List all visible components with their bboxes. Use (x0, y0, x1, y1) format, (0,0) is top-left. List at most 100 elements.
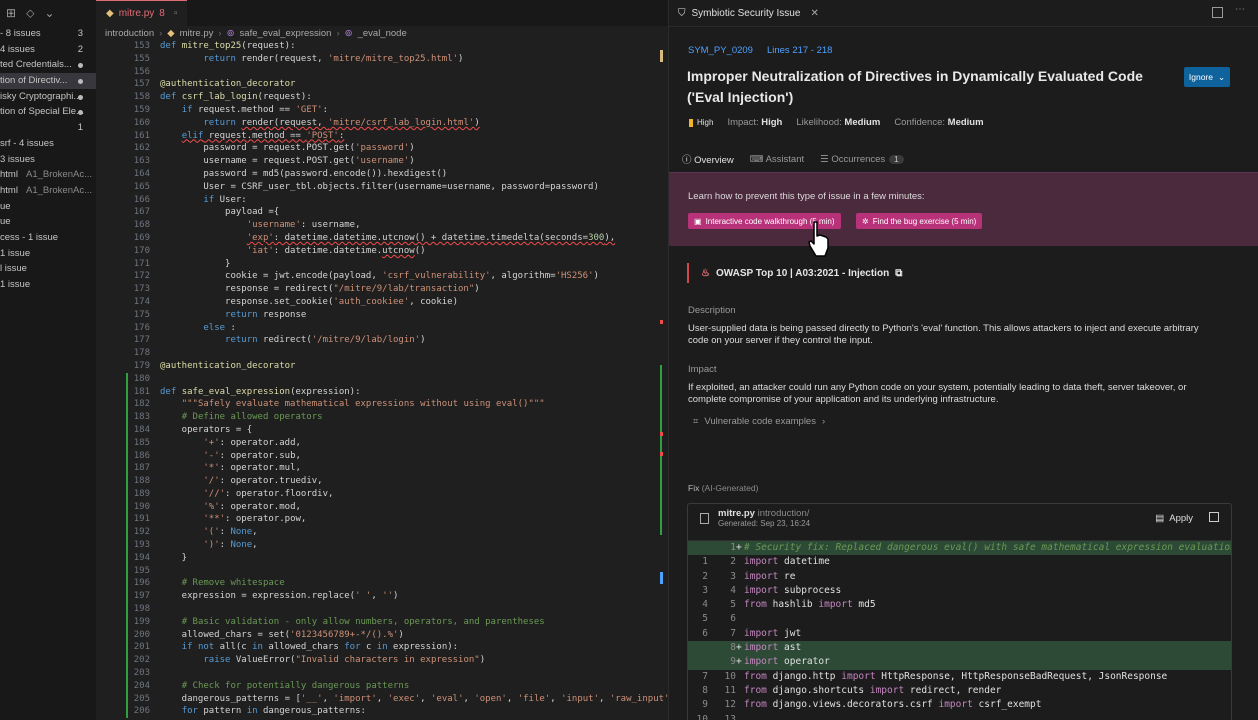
panel-tab[interactable]: ⛉ Symbiotic Security Issue ✕ ⋯ (669, 0, 1258, 27)
issue-tree-label: html (0, 169, 18, 181)
close-tab-icon[interactable]: ▫ (174, 8, 178, 19)
issue-title: Improper Neutralization of Directives in… (687, 68, 1143, 105)
issue-tree-label: 4 issues (0, 43, 35, 55)
issue-tree-item[interactable]: tion of Special Ele... (0, 104, 96, 120)
owasp-link[interactable]: ♨ OWASP Top 10 | A03:2021 - Injection ⧉ (687, 263, 902, 283)
python-file-icon: ◆ (167, 27, 175, 39)
vulnerable-examples-label: Vulnerable code examples (704, 416, 816, 427)
owasp-label: OWASP Top 10 | A03:2021 - Injection (715, 267, 890, 279)
tab-overview[interactable]: ⓘ Overview (682, 152, 734, 166)
fix-diff-box: mitre.py introduction/ Generated: Sep 23… (687, 503, 1232, 720)
tab-mitre-py[interactable]: ◆ mitre.py 8 ▫ (96, 0, 188, 26)
issue-tree-label: l issue (0, 263, 27, 275)
breadcrumb-folder[interactable]: introduction (105, 28, 154, 39)
fix-generated-time: Generated: Sep 23, 16:24 (718, 519, 811, 528)
issue-tree-item[interactable]: html A1_BrokenAc... (0, 183, 96, 199)
issue-tree-item[interactable]: html A1_BrokenAc... (0, 167, 96, 183)
issue-tree-item[interactable]: ue (0, 214, 96, 230)
issue-meta: SYM_PY_0209 Lines 217 - 218 (688, 45, 832, 56)
tab-occurrences-label: Occurrences (831, 153, 886, 165)
likelihood-value: Medium (844, 117, 881, 128)
issue-tree-label: tion of Directiv... (0, 75, 68, 87)
issue-tree-path: A1_BrokenAc... (26, 169, 93, 181)
modified-dot-icon (78, 79, 83, 85)
vulnerable-examples-toggle[interactable]: ⌗ Vulnerable code examples › (693, 416, 825, 427)
fix-sub-label: (AI-Generated) (701, 483, 759, 493)
learn-text: Learn how to prevent this type of issue … (688, 191, 925, 202)
issue-tree-item[interactable]: cess - 1 issue (0, 230, 96, 246)
impact-stat: Impact: High (727, 117, 782, 128)
fix-file-dir: introduction/ (757, 508, 810, 519)
find-bug-button[interactable]: ✲ Find the bug exercise (5 min) (856, 213, 983, 229)
rule-id[interactable]: SYM_PY_0209 (688, 45, 753, 56)
issue-tree-item[interactable]: tion of Directiv... (0, 73, 96, 89)
issue-count-badge: 1 (77, 122, 83, 134)
chevron-down-icon[interactable]: ⌄ (44, 6, 54, 20)
explorer-panel: ⊞ ⬦ ⌄ - 8 issues 3 4 issues 2 ted Credential… (0, 0, 96, 720)
issue-tree-label: tion of Special Ele... (0, 106, 84, 118)
issue-tree-label: srf - 4 issues (0, 137, 54, 149)
settings-diamond-icon[interactable]: ⬦ (26, 6, 34, 21)
issue-tree-label: 1 issue (0, 279, 31, 290)
modified-dot-icon (78, 94, 83, 100)
file-icon (700, 513, 709, 524)
chevron-right-icon: › (821, 416, 826, 427)
fix-header: mitre.py introduction/ Generated: Sep 23… (688, 504, 1231, 541)
description-text: User-supplied data is being passed direc… (688, 323, 1199, 346)
tab-assistant[interactable]: ⌨ Assistant (750, 154, 804, 165)
issue-tree-item[interactable]: l issue (0, 261, 96, 277)
occurrences-count-badge: 1 (889, 154, 904, 164)
split-editor-icon[interactable] (1212, 7, 1223, 18)
fix-file: mitre.py introduction/ (718, 508, 809, 519)
explorer-toolbar: ⊞ ⬦ ⌄ (0, 0, 96, 26)
issue-tree: - 8 issues 3 4 issues 2 ted Credentials... ti… (0, 26, 96, 293)
confidence-stat: Confidence: Medium (894, 117, 983, 128)
list-icon: ☰ (820, 153, 829, 165)
line-range-link[interactable]: Lines 217 - 218 (767, 45, 833, 56)
issue-tree-item[interactable]: srf - 4 issues (0, 136, 96, 152)
issue-tree-item[interactable]: isky Cryptographi... (0, 89, 96, 105)
chevron-down-icon: ⌄ (1217, 71, 1226, 82)
panel-tab-title: Symbiotic Security Issue (691, 7, 801, 19)
issue-tree-item[interactable]: 1 issue (0, 246, 96, 262)
issue-tree-label: ue (0, 200, 11, 212)
panel-tabs: ⓘ Overview ⌨ Assistant ☰ Occurrences 1 (682, 152, 904, 166)
issue-tree-item[interactable]: 4 issues 2 (0, 42, 96, 58)
issue-tree-item[interactable]: - 8 issues 3 (0, 26, 96, 42)
copy-icon[interactable] (1209, 512, 1219, 522)
severity-label: High (697, 118, 714, 127)
impact-heading: Impact (688, 364, 717, 375)
breadcrumb-symbol[interactable]: _eval_node (358, 28, 407, 39)
issue-tree-item[interactable]: 1 (0, 120, 96, 136)
breadcrumb-function[interactable]: safe_eval_expression (240, 28, 332, 39)
issue-tree-item[interactable]: 3 issues (0, 152, 96, 168)
editor-scrollbar[interactable] (660, 40, 664, 720)
external-link-icon: ⧉ (895, 267, 903, 279)
chevron-right-icon: › (336, 27, 340, 39)
code-area[interactable]: 153 def mitre_top25(request): 155 return … (96, 40, 668, 719)
issue-tree-item[interactable]: ue (0, 199, 96, 215)
severity-badge: High (689, 118, 713, 127)
mouse-pointer-icon (808, 221, 829, 257)
tab-occurrences[interactable]: ☰ Occurrences 1 (820, 153, 904, 165)
close-icon[interactable]: ✕ (810, 8, 818, 19)
more-actions-icon[interactable]: ⋯ (1235, 4, 1245, 15)
walkthrough-icon: ▣ (694, 216, 702, 226)
issue-tree-label: ted Credentials... (0, 59, 72, 71)
ignore-label: Ignore (1188, 72, 1213, 82)
apply-button[interactable]: ▤ Apply (1155, 513, 1193, 524)
modified-dot-icon (78, 63, 83, 69)
issue-tree-item[interactable]: 1 issue (0, 277, 96, 293)
problem-count-badge: 8 (159, 8, 165, 19)
fix-label: Fix (688, 483, 700, 493)
ignore-button[interactable]: Ignore ⌄ (1184, 67, 1230, 87)
issue-tree-label: cess - 1 issue (0, 231, 59, 243)
breadcrumb: introduction › ◆ mitre.py › ⊚ safe_eval_… (96, 26, 668, 40)
editor-tabs: ◆ mitre.py 8 ▫ (96, 0, 668, 26)
severity-bar-icon (689, 118, 693, 127)
issue-tree-label: 1 issue (0, 247, 31, 259)
breadcrumb-file[interactable]: mitre.py (180, 28, 214, 39)
issue-tree-item[interactable]: ted Credentials... (0, 57, 96, 73)
shield-icon: ⛉ (678, 7, 686, 19)
grid-icon[interactable]: ⊞ (6, 6, 16, 20)
